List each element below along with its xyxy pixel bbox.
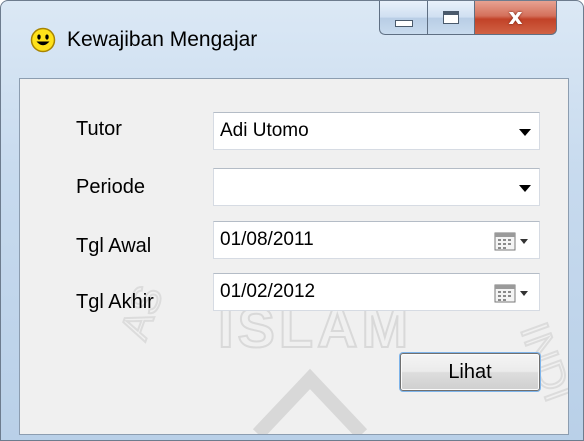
chevron-down-icon[interactable] xyxy=(519,185,531,192)
periode-label: Periode xyxy=(76,176,145,198)
tgl-awal-datepicker[interactable]: 01/08/2011 xyxy=(213,221,540,259)
form-body: ISLAM AS INDI Tutor Adi Utomo Periode Tg… xyxy=(19,78,569,435)
calendar-dropdown-icon[interactable] xyxy=(493,230,533,252)
tgl-akhir-datepicker[interactable]: 01/02/2012 xyxy=(213,273,540,311)
title-bar[interactable]: Kewajiban Mengajar x xyxy=(1,1,583,77)
smiley-icon xyxy=(30,27,56,53)
close-icon: x xyxy=(508,4,523,30)
close-button[interactable]: x xyxy=(475,1,557,35)
tgl-awal-label: Tgl Awal xyxy=(76,235,152,257)
calendar-dropdown-icon[interactable] xyxy=(493,282,533,304)
tgl-akhir-value: 01/02/2012 xyxy=(220,281,316,302)
tgl-awal-value: 01/08/2011 xyxy=(220,229,314,250)
window-title: Kewajiban Mengajar xyxy=(67,28,258,51)
tutor-value: Adi Utomo xyxy=(220,120,309,141)
minimize-icon xyxy=(394,20,413,27)
tutor-combobox[interactable]: Adi Utomo xyxy=(213,112,540,150)
app-window: Kewajiban Mengajar x ISLAM AS INDI Tutor… xyxy=(0,0,584,441)
chevron-down-icon[interactable] xyxy=(519,129,531,136)
caption-buttons: x xyxy=(379,1,557,37)
tutor-label: Tutor xyxy=(76,118,122,140)
minimize-button[interactable] xyxy=(379,1,427,35)
tgl-akhir-label: Tgl Akhir xyxy=(76,291,154,313)
maximize-icon xyxy=(443,11,459,24)
maximize-button[interactable] xyxy=(427,1,475,35)
periode-combobox[interactable] xyxy=(213,168,540,206)
lihat-button[interactable]: Lihat xyxy=(400,353,540,391)
